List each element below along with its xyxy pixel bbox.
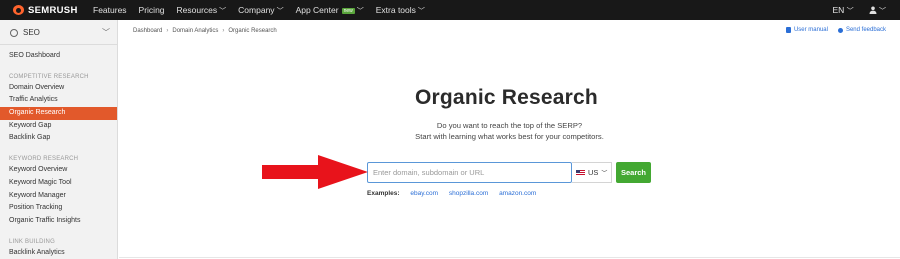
chevron-down-icon: ﹀ — [219, 7, 227, 15]
breadcrumb-organic-research: Organic Research — [228, 28, 277, 34]
sidebar-section-link-building: LINK BUILDING — [9, 238, 55, 245]
user-manual-link[interactable]: User manual — [785, 27, 828, 33]
nav-pricing[interactable]: Pricing — [139, 5, 165, 15]
chevron-right-icon: › — [166, 28, 169, 34]
page-subtitle-1: Do you want to reach the top of the SERP… — [436, 121, 583, 130]
chevron-down-icon: ﹀ — [276, 7, 284, 15]
breadcrumb-dashboard[interactable]: Dashboard — [133, 28, 162, 34]
sidebar-section-keyword-research: KEYWORD RESEARCH — [9, 156, 79, 163]
breadcrumb-domain-analytics[interactable]: Domain Analytics — [172, 28, 218, 34]
sidebar-item-keyword-manager[interactable]: Keyword Manager — [0, 190, 117, 203]
nav-company[interactable]: Company ﹀ — [238, 5, 283, 16]
example-link[interactable]: amazon.com — [499, 190, 536, 197]
chevron-down-icon: ﹀ — [102, 27, 110, 37]
sidebar-section-competitive-research: COMPETITIVE RESEARCH — [9, 73, 89, 80]
sidebar-item-seo-dashboard[interactable]: SEO Dashboard — [0, 50, 117, 63]
sidebar-item-organic-research[interactable]: Organic Research — [0, 107, 117, 120]
red-arrow-annotation-icon — [262, 155, 368, 189]
user-icon — [869, 6, 877, 14]
divider — [119, 257, 900, 258]
database-value: US — [588, 168, 599, 177]
chevron-down-icon: ﹀ — [879, 7, 886, 15]
domain-search-input[interactable] — [367, 162, 572, 183]
sidebar-item-keyword-gap[interactable]: Keyword Gap — [0, 120, 117, 133]
database-selector[interactable]: US ﹀ — [572, 162, 612, 183]
toolkit-label: SEO — [23, 27, 40, 37]
chevron-down-icon: ﹀ — [356, 7, 364, 15]
help-links: User manual Send feedback — [776, 27, 886, 33]
book-icon — [785, 27, 791, 33]
sidebar-item-keyword-magic-tool[interactable]: Keyword Magic Tool — [0, 177, 117, 190]
breadcrumb: Dashboard › Domain Analytics › Organic Resea… — [133, 28, 277, 34]
language-selector[interactable]: EN ﹀ — [832, 5, 853, 16]
nav-extra-tools[interactable]: Extra tools ﹀ — [376, 5, 425, 16]
search-button[interactable]: Search — [616, 162, 651, 183]
sidebar-item-position-tracking[interactable]: Position Tracking — [0, 202, 117, 215]
sidebar-item-domain-overview[interactable]: Domain Overview — [0, 82, 117, 95]
sidebar-item-backlink-gap[interactable]: Backlink Gap — [0, 132, 117, 145]
examples-label: Examples: — [367, 190, 400, 197]
nav-features[interactable]: Features — [93, 5, 127, 15]
sidebar-item-organic-traffic-insights[interactable]: Organic Traffic Insights — [0, 215, 117, 228]
us-flag-icon — [576, 169, 585, 176]
sidebar-item-keyword-overview[interactable]: Keyword Overview — [0, 164, 117, 177]
chevron-down-icon: ﹀ — [601, 171, 608, 177]
page-title: Organic Research — [415, 86, 598, 109]
nav-resources[interactable]: Resources ﹀ — [177, 5, 227, 16]
chevron-down-icon: ﹀ — [846, 7, 854, 15]
semrush-flame-icon — [13, 5, 25, 15]
nav-app-center[interactable]: App Center new ﹀ — [296, 5, 364, 16]
examples: Examples: ebay.com shopzilla.com amazon.… — [367, 190, 545, 197]
main-content: Dashboard › Domain Analytics › Organic Resea… — [119, 20, 900, 259]
user-menu[interactable]: ﹀ — [869, 5, 886, 16]
sidebar-item-backlink-analytics[interactable]: Backlink Analytics — [0, 247, 117, 259]
page-subtitle-2: Start with learning what works best for … — [415, 132, 604, 141]
chevron-right-icon: › — [222, 28, 225, 34]
seo-toolkit-icon — [9, 28, 18, 37]
sidebar: SEO ﹀ SEO Dashboard COMPETITIVE RESEARCH… — [0, 20, 118, 259]
sidebar-item-traffic-analytics[interactable]: Traffic Analytics — [0, 94, 117, 107]
send-feedback-link[interactable]: Send feedback — [837, 27, 886, 33]
logo-text: SEMRUSH — [28, 4, 78, 16]
top-navigation-bar: SEMRUSH Features Pricing Resources ﹀ Comp… — [0, 0, 900, 20]
chat-bubble-icon — [837, 27, 843, 33]
seo-toolkit-selector[interactable]: SEO ﹀ — [0, 20, 117, 45]
semrush-logo[interactable]: SEMRUSH — [13, 5, 93, 16]
new-badge: new — [341, 7, 355, 14]
chevron-down-icon: ﹀ — [417, 7, 425, 15]
example-link[interactable]: shopzilla.com — [449, 190, 488, 197]
example-link[interactable]: ebay.com — [410, 190, 438, 197]
